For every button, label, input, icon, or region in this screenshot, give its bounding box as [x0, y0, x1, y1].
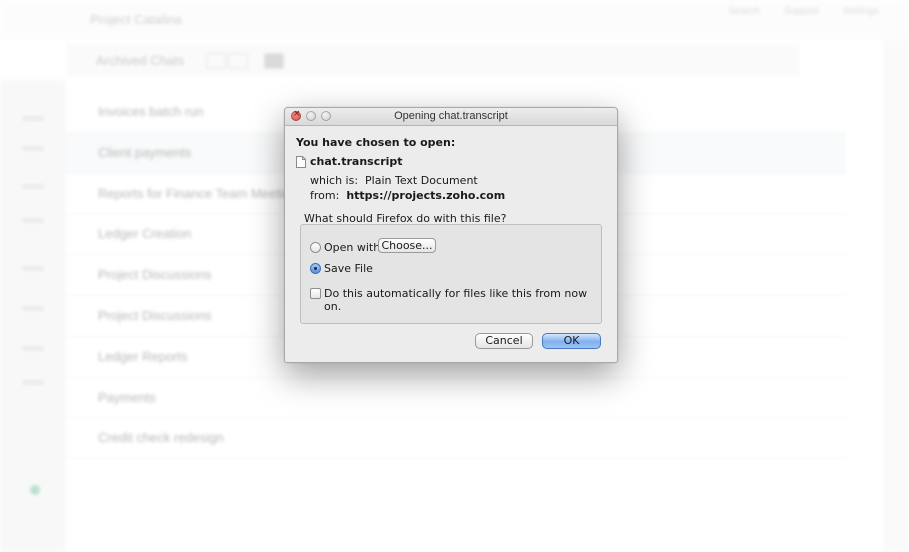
open-with-label[interactable]: Open with: [324, 241, 380, 254]
which-is-label: which is:: [310, 174, 359, 187]
save-file-radio[interactable]: [310, 263, 321, 274]
auto-action-checkbox[interactable]: [310, 288, 321, 299]
sidebar-item[interactable]: [22, 218, 44, 223]
sidebar-item[interactable]: [22, 184, 44, 189]
chat-name: Client payments: [98, 144, 192, 160]
chat-name: Ledger Creation: [98, 226, 192, 242]
right-panel: [883, 40, 909, 552]
choose-app-button[interactable]: Choose...: [378, 238, 436, 253]
sidebar-item[interactable]: [22, 346, 44, 351]
auto-action-label[interactable]: Do this automatically for files like thi…: [324, 287, 601, 313]
file-source-url: https://projects.zoho.com: [346, 189, 506, 202]
top-link[interactable]: Support: [784, 6, 819, 17]
sidebar-item[interactable]: [22, 266, 44, 271]
list-item[interactable]: Payments: [66, 378, 846, 419]
file-type-line: which is: Plain Text Document: [310, 174, 478, 187]
chat-name: Payments: [98, 389, 156, 405]
action-options-group: Open with Choose... Save File Do this au…: [300, 224, 602, 324]
sidebar-item[interactable]: [22, 146, 44, 151]
chat-name: Credit check redesign: [98, 430, 224, 446]
grid-view-icon[interactable]: [206, 53, 226, 69]
file-type: Plain Text Document: [365, 174, 478, 187]
file-source-line: from: https://projects.zoho.com: [310, 189, 505, 202]
dialog-titlebar: × Opening chat.transcript: [285, 108, 617, 126]
document-icon: [296, 155, 306, 168]
open-file-dialog: × Opening chat.transcript You have chose…: [284, 107, 618, 363]
sidebar-item[interactable]: [22, 306, 44, 311]
top-bar: Project Catalina Search Support Settings: [0, 0, 909, 39]
chat-name: Invoices batch run: [98, 104, 204, 119]
dialog-body: You have chosen to open: chat.transcript…: [285, 126, 617, 362]
chat-name: Project Discussions: [98, 267, 212, 283]
left-sidebar: [0, 80, 66, 552]
chat-name: Ledger Reports: [98, 348, 188, 364]
file-name: chat.transcript: [310, 155, 403, 168]
project-title: Project Catalina: [90, 12, 182, 27]
list-item[interactable]: Credit check redesign: [66, 418, 846, 460]
dialog-title: Opening chat.transcript: [394, 110, 508, 122]
open-with-radio[interactable]: [310, 242, 321, 253]
cancel-button[interactable]: Cancel: [475, 333, 533, 349]
sidebar-item[interactable]: [22, 380, 44, 385]
file-info: chat.transcript: [296, 155, 403, 168]
chat-name: Reports for Finance Team Meeting: [98, 185, 298, 201]
archived-chats-title: Archived Chats: [96, 53, 185, 68]
top-links: Search Support Settings: [728, 6, 879, 17]
chosen-heading: You have chosen to open:: [296, 136, 456, 149]
list-view-icon[interactable]: [228, 53, 248, 69]
top-link[interactable]: Search: [728, 6, 760, 17]
chat-name: Project Discussions: [98, 307, 212, 323]
ok-button[interactable]: OK: [542, 333, 601, 349]
save-file-label[interactable]: Save File: [324, 262, 373, 275]
online-status-icon: [30, 485, 40, 495]
sidebar-item[interactable]: [22, 116, 44, 121]
from-label: from:: [310, 189, 340, 202]
chat-view-icon[interactable]: [264, 53, 284, 69]
top-link[interactable]: Settings: [843, 6, 879, 17]
view-switcher: [206, 53, 284, 69]
